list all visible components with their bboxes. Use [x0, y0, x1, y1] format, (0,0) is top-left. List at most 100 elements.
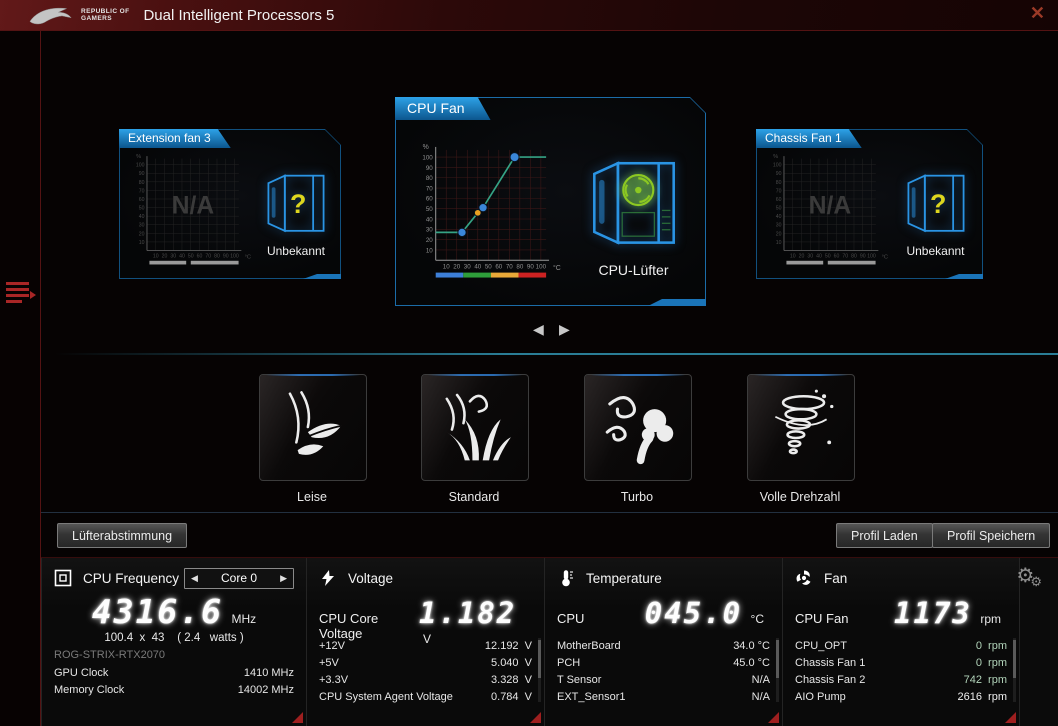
svg-text:70: 70 [426, 185, 433, 192]
core-selector[interactable]: ◀ Core 0 ▶ [184, 567, 294, 589]
question-mark: ? [930, 189, 946, 219]
expand-corner-handle[interactable] [530, 712, 541, 723]
svg-text:60: 60 [197, 254, 203, 260]
svg-text:50: 50 [426, 206, 433, 213]
profile-save-button[interactable]: Profil Speichern [932, 523, 1051, 548]
svg-text:°C: °C [245, 255, 251, 261]
cpu-temperature-value: 045.0 [644, 596, 743, 630]
card-title: Extension fan 3 [119, 129, 231, 148]
svg-text:10: 10 [426, 247, 433, 254]
svg-text:100: 100 [422, 154, 433, 161]
monitor-row: Chassis Fan 1 0 rpm [795, 657, 1007, 669]
monitor-row: Chassis Fan 2 742 rpm [795, 674, 1007, 686]
monitor-row: T Sensor N/A [557, 674, 770, 686]
svg-text:20: 20 [799, 254, 805, 260]
svg-text:20: 20 [162, 254, 168, 260]
mode-label-leise: Leise [297, 490, 327, 504]
thermometer-icon [562, 570, 573, 587]
svg-text:80: 80 [516, 264, 523, 271]
close-button[interactable]: ✕ [1030, 3, 1045, 24]
svg-text:50: 50 [139, 206, 145, 212]
profile-load-button[interactable]: Profil Laden [836, 523, 933, 548]
leaf-wind-icon [288, 391, 342, 455]
svg-text:80: 80 [426, 175, 433, 182]
fan-card-extension-fan-3[interactable]: % 10 20 30 40 50 60 70 80 90 100 10 20 30 40 50 60 70 80 90… [119, 129, 341, 279]
main-metric-label: CPU [557, 611, 585, 626]
svg-text:°C: °C [553, 264, 561, 272]
mode-button-volle-drehzahl[interactable] [747, 374, 855, 481]
settings-button[interactable]: ⚙⚙ [1016, 566, 1046, 589]
svg-text:30: 30 [426, 227, 433, 234]
fan-icon [796, 570, 811, 585]
panel-scrollbar[interactable] [538, 638, 541, 702]
expand-corner-handle[interactable] [292, 712, 303, 723]
mode-button-leise[interactable] [259, 374, 367, 481]
carousel-prev-button[interactable]: ◀ [533, 322, 544, 336]
cpu-fan-icon [623, 175, 653, 205]
svg-text:40: 40 [139, 214, 145, 220]
svg-text:70: 70 [842, 254, 848, 260]
svg-text:40: 40 [776, 214, 782, 220]
svg-text:10: 10 [139, 240, 145, 246]
expand-corner-handle[interactable] [1005, 712, 1016, 723]
mode-label-volle-drehzahl: Volle Drehzahl [759, 490, 841, 504]
svg-text:10: 10 [443, 264, 450, 271]
mode-label-standard: Standard [448, 490, 500, 504]
chevron-right-icon: ▶ [559, 321, 570, 337]
svg-text:N/A: N/A [809, 193, 852, 220]
svg-text:70: 70 [776, 188, 782, 194]
left-rail [0, 31, 41, 726]
device-label: CPU-Lüfter [598, 261, 669, 278]
menu-button[interactable] [6, 282, 36, 310]
svg-text:70: 70 [506, 264, 513, 271]
titlebar: REPUBLIC OF GAMERS Dual Intelligent Proc… [0, 0, 1058, 30]
svg-text:20: 20 [426, 237, 433, 244]
monitor-row: GPU Clock 1410 MHz [54, 667, 294, 679]
svg-text:80: 80 [139, 180, 145, 186]
page-title: Dual Intelligent Processors 5 [143, 6, 335, 24]
svg-text:60: 60 [139, 197, 145, 203]
panel-scrollbar[interactable] [776, 638, 779, 702]
brand-text: REPUBLIC OF GAMERS [81, 7, 130, 23]
svg-text:40: 40 [179, 254, 185, 260]
svg-text:20: 20 [453, 264, 460, 271]
monitor-row: EXT_Sensor1 N/A [557, 691, 770, 703]
svg-text:50: 50 [485, 264, 492, 271]
gear-icon-small: ⚙ [1030, 574, 1042, 589]
svg-text:90: 90 [860, 254, 866, 260]
svg-text:30: 30 [170, 254, 176, 260]
core-prev-icon[interactable]: ◀ [191, 573, 198, 584]
svg-text:%: % [136, 154, 141, 160]
mode-button-standard[interactable] [421, 374, 529, 481]
cpu-case-icon [575, 150, 693, 258]
fan-tuning-button[interactable]: Lüfterabstimmung [57, 523, 188, 548]
grass-wind-icon [445, 393, 511, 461]
fan-card-cpu-fan[interactable]: % 10 20 30 40 50 60 70 80 90 100 10 20 30 40 50 60 70 80 90… [395, 97, 706, 306]
mode-button-turbo[interactable] [584, 374, 692, 481]
monitor-row: CPU System Agent Voltage 0.784 V [319, 691, 532, 703]
panel-scrollbar[interactable] [1013, 638, 1016, 702]
monitor-row: +5V 5.040 V [319, 657, 532, 669]
cpu-fan-rpm-value: 1173 [894, 596, 972, 630]
voltage-panel: Voltage CPU Core Voltage 1.182 V +12V 12.… [307, 558, 545, 726]
fan-card-chassis-fan-1[interactable]: % 10 20 30 40 50 60 70 80 90 100 10 20 30 40 50 60 70 80 90… [756, 129, 983, 279]
svg-text:90: 90 [426, 165, 433, 172]
svg-text:60: 60 [776, 197, 782, 203]
extension-fan-3-chart: %10203040506070809010010 20 30 40 50 60 70 80 90… [124, 152, 252, 267]
panel-title: CPU Frequency [83, 570, 180, 586]
lightning-bolt-icon [322, 570, 334, 586]
carousel-next-button[interactable]: ▶ [559, 322, 570, 336]
svg-text:30: 30 [464, 264, 471, 271]
cpu-fan-curve-chart[interactable]: %10203040506070809010010 20 30 40 50 60 70 80 90… [408, 142, 562, 280]
svg-text:50: 50 [776, 206, 782, 212]
monitor-row: +3.3V 3.328 V [319, 674, 532, 686]
svg-text:50: 50 [825, 254, 831, 260]
svg-text:100: 100 [773, 163, 782, 169]
monitor-row: MotherBoard 34.0 °C [557, 640, 770, 652]
question-mark: ? [290, 189, 306, 219]
card-title: Chassis Fan 1 [756, 129, 862, 148]
svg-text:70: 70 [139, 188, 145, 194]
cpu-frequency-value: 4316.6 [91, 592, 224, 631]
core-next-icon[interactable]: ▶ [280, 573, 287, 584]
expand-corner-handle[interactable] [768, 712, 779, 723]
